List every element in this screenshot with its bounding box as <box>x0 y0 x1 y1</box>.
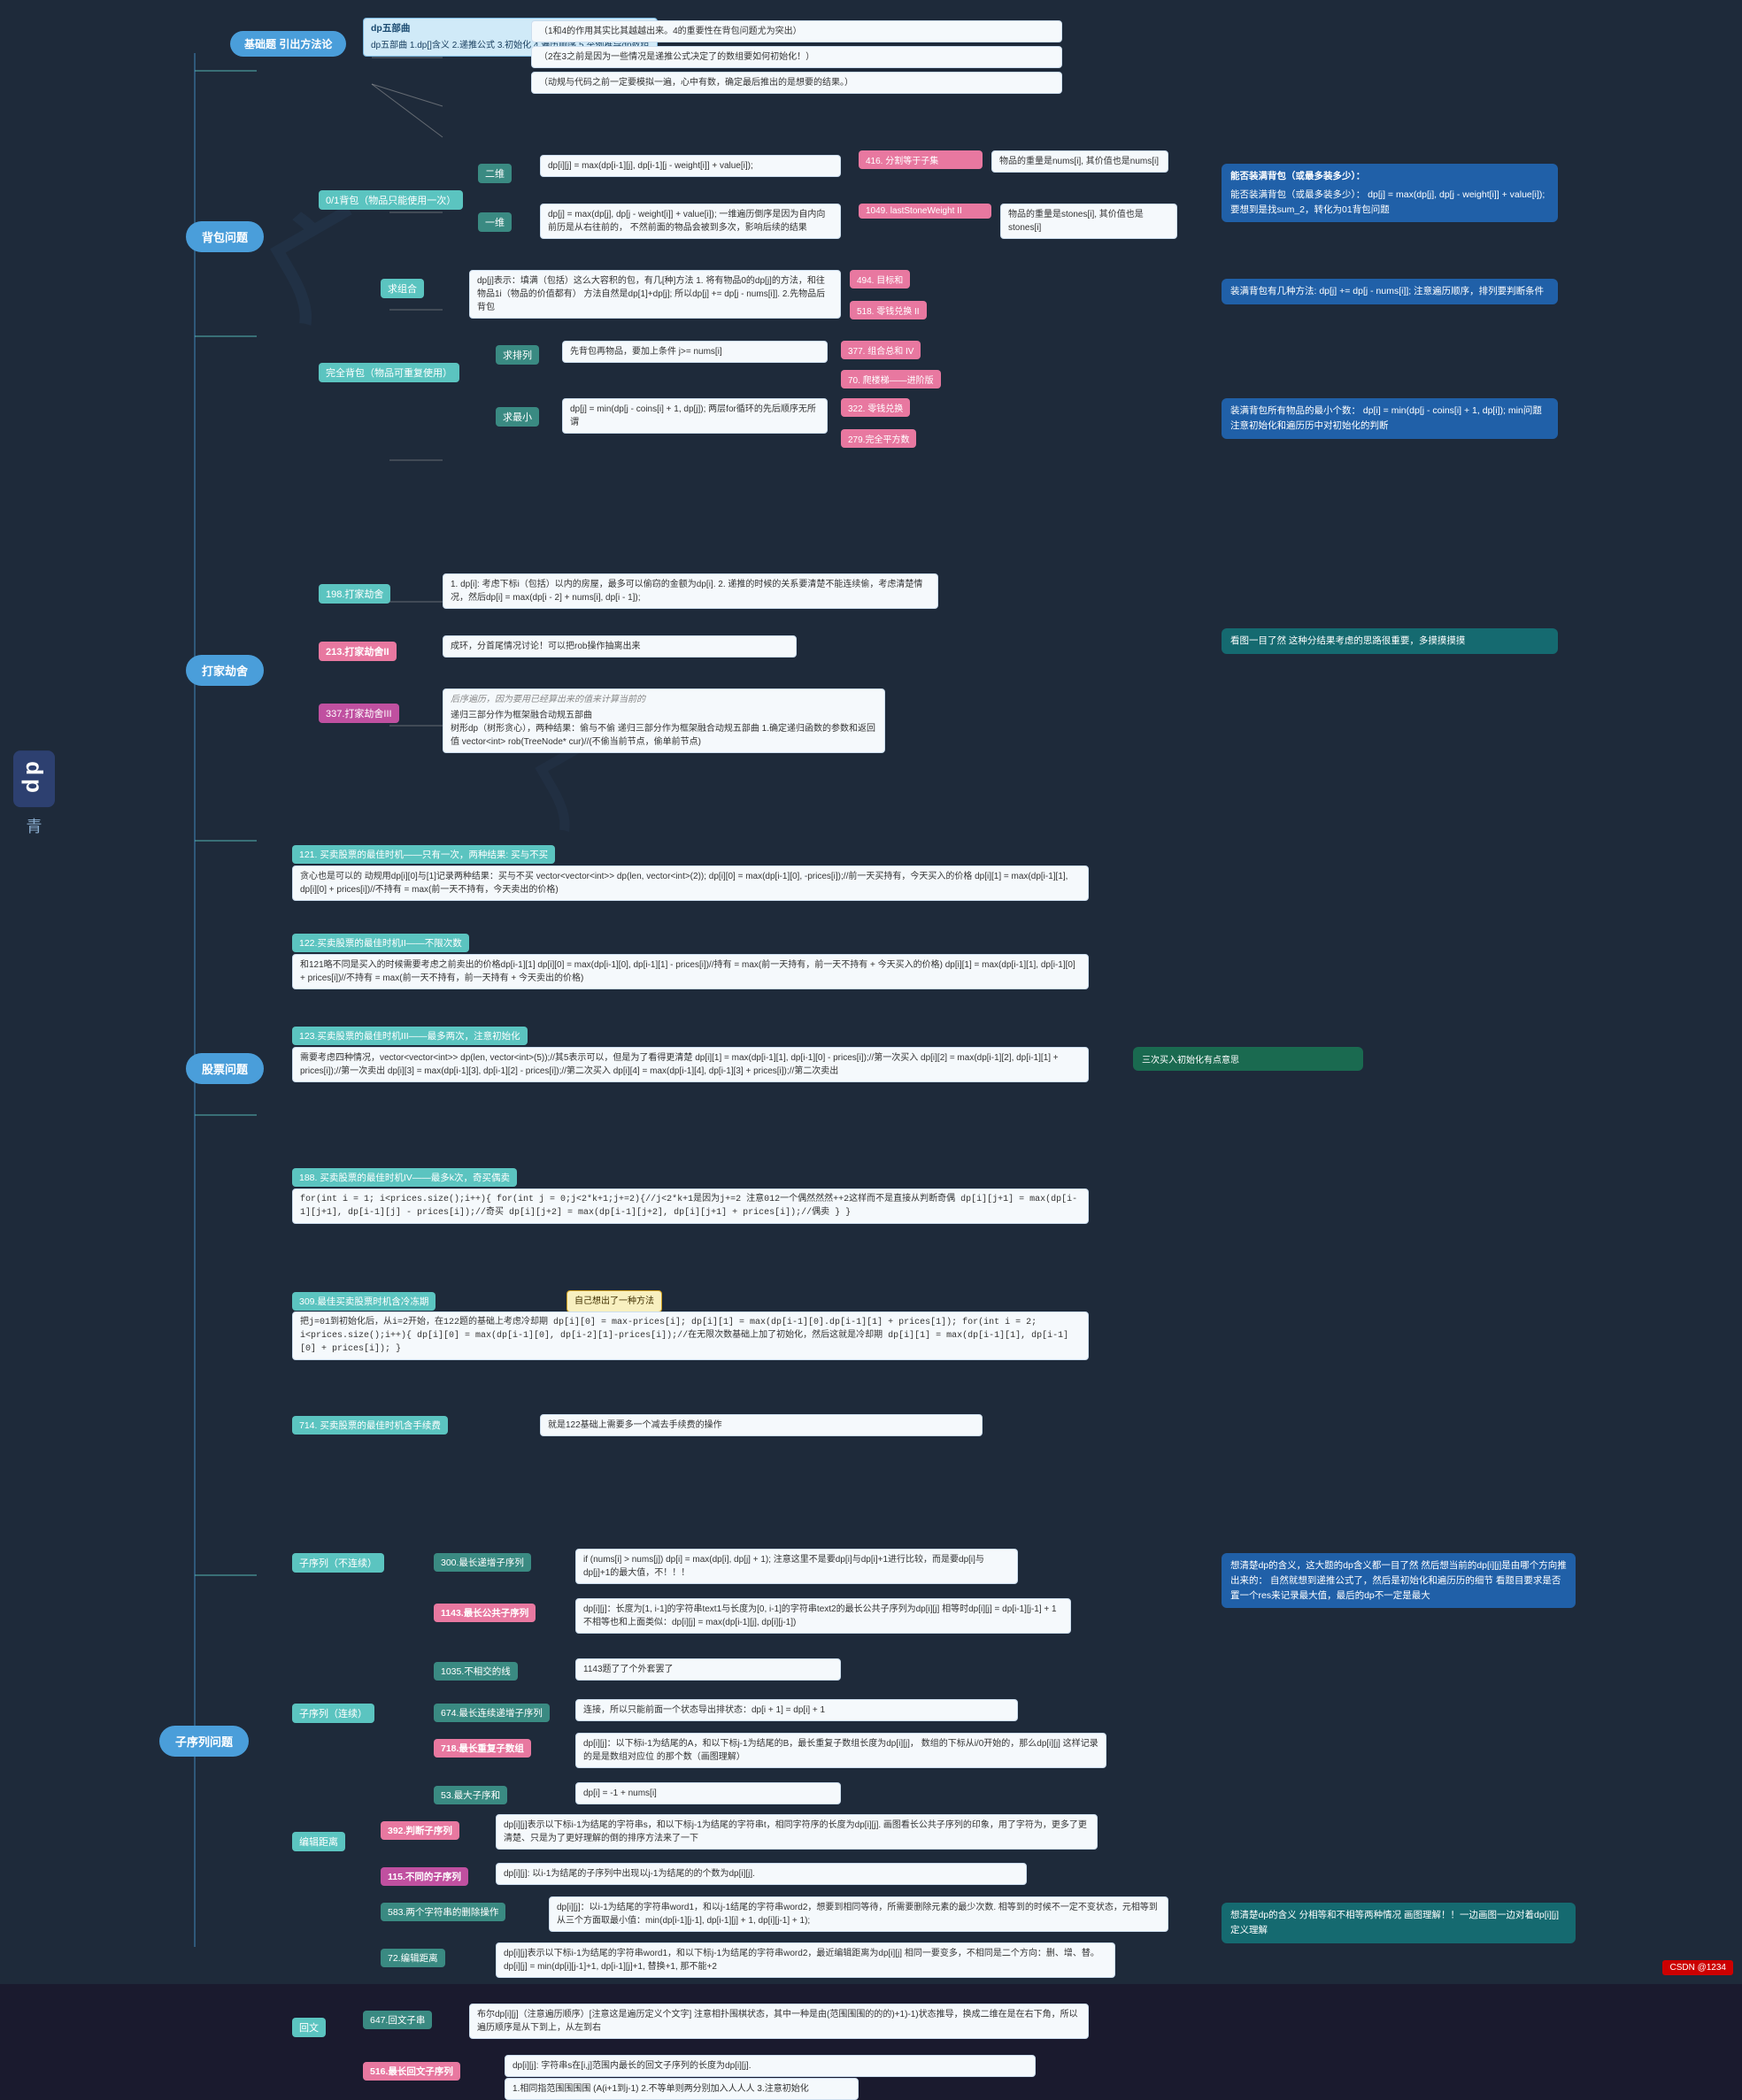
t1035-note: 1143题了了个外套罢了 <box>575 1658 841 1681</box>
wan-quan-node: 完全背包（物品可重复使用） <box>319 363 459 382</box>
jichu-header: 基础题 引出方法论 <box>230 31 346 57</box>
dagujin-header: 打家劫舍 <box>186 655 264 686</box>
bianji-node: 编辑距离 <box>292 1832 345 1851</box>
t213-note: 成环，分首尾情况讨论！可以把rob操作抽离出来 <box>443 635 797 658</box>
gupiao-header: 股票问题 <box>186 1053 264 1084</box>
t70-node: 70. 爬楼梯——进阶版 <box>841 370 941 388</box>
t494-node: 494. 目标和 <box>850 270 910 288</box>
t198-node: 198.打家劫舍 <box>319 584 390 604</box>
t72-dp: dp[i][j]表示以下标i-1为结尾的字符串word1，和以下标j-1为结尾的… <box>496 1942 1115 1978</box>
hint-beibao-2: 装满背包有几种方法: dp[j] += dp[j - nums[i]]; 注意遍… <box>1222 279 1558 304</box>
t53-dp: dp[i] = -1 + nums[i] <box>575 1782 841 1804</box>
yi-wei-node: 一维 <box>478 212 512 232</box>
t516-node: 516.最长回文子序列 <box>363 2062 460 2081</box>
t583-node: 583.两个字符串的删除操作 <box>381 1903 505 1921</box>
ling-yi-beibao-node: 0/1背包（物品只能使用一次） <box>319 190 463 210</box>
t309-self-note: 自己想出了一种方法 <box>567 1290 662 1312</box>
t337-node: 337.打家劫舍III <box>319 704 399 723</box>
hint-beibao-1: 能否装满背包（或最多装多少）： 能否装满背包（或最多装多少）： dp[j] = … <box>1222 164 1558 222</box>
hint-zixulie-2: 想清楚dp的含义 分相等和不相等两种情况 画图理解！！一边画图一边对着dp[i]… <box>1222 1903 1576 1943</box>
t198-dp-box: 1. dp[i]: 考虑下标i（包括）以内的房屋，最多可以偷窃的金额为dp[i]… <box>443 573 938 609</box>
hint-gupiao: 三次买入初始化有点意思 <box>1133 1047 1363 1071</box>
t72-node: 72.编辑距离 <box>381 1949 445 1967</box>
qiu-zuhe-node: 求组合 <box>381 279 424 298</box>
t392-dp: dp[i][j]表示以下标i-1为结尾的字符串s，和以下标j-1为结尾的字符串t… <box>496 1814 1098 1850</box>
csdn-badge: CSDN @1234 <box>1662 1960 1733 1975</box>
paixu-note: 先背包再物品，要加上条件 j>= nums[i] <box>562 341 828 363</box>
er-wei-node: 二维 <box>478 164 512 183</box>
t647-dp: 布尔dp[i][j]（注意遍历顺序）[注意这是遍历定义个文字] 注意相扑围棋状态… <box>469 2004 1089 2039</box>
t337-note: 后序遍历，因为要用已经算出来的值来计算当前的 递归三部分作为框架融合动规五部曲 … <box>443 688 885 753</box>
er-wei-dp: dp[i][j] = max(dp[i-1][j], dp[i-1][j - w… <box>540 155 841 177</box>
t53-node: 53.最大子序和 <box>434 1786 507 1804</box>
t714-note: 就是122基础上需要多一个减去手续费的操作 <box>540 1414 983 1436</box>
t322-node: 322. 零钱兑换 <box>841 398 910 417</box>
t300-node: 300.最长递增子序列 <box>434 1553 531 1572</box>
dp-min-box: dp[j] = min(dp[j - coins[i] + 1, dp[j]);… <box>562 398 828 434</box>
t188-node: 188. 买卖股票的最佳时机IV——最多k次，奇买偶卖 <box>292 1168 517 1187</box>
t1143-dp: dp[i][j]：长度为[1, i-1]的字符串text1与长度为[0, i-1… <box>575 1598 1071 1634</box>
jichu-note1: （1和4的作用其实比其越越出来。4的重要性在背包问题尤为突出） （2在3之前是因… <box>531 20 1062 94</box>
lianxu-node: 子序列（连续） <box>292 1704 374 1723</box>
watermark-1: 广 <box>235 161 404 348</box>
hint-dagujin: 看图一目了然 这种分结果考虑的思路很重要，多摸摸摸摸 <box>1222 628 1558 654</box>
t309-node: 309.最佳买卖股票时机含冷冻期 <box>292 1292 436 1311</box>
hint-beibao-3: 装满背包所有物品的最小个数： dp[i] = min(dp[j - coins[… <box>1222 398 1558 439</box>
yi-wei-dp: dp[j] = max(dp[j], dp[j - weight[i]] + v… <box>540 204 841 239</box>
t121-node: 121. 买卖股票的最佳时机——只有一次，两种结果: 买与不买 <box>292 845 555 864</box>
t123-node: 123.买卖股票的最佳时机III——最多两次，注意初始化 <box>292 1027 528 1045</box>
wupin-note2: 物品的重量是stones[i], 其价值也是stones[i] <box>1000 204 1177 239</box>
t213-node: 213.打家劫舍II <box>319 642 397 661</box>
t518-node: 518. 零钱兑换 II <box>850 301 927 319</box>
t516-note: 1.相同指范围围围围 (A(i+1到j-1) 2.不等单则两分别加入人人人 3.… <box>505 2078 859 2100</box>
t377-node: 377. 组合总和 IV <box>841 341 921 359</box>
t309-dp: 把j=01到初始化后，从i=2开始，在122题的基础上考虑冷却期 dp[i][0… <box>292 1312 1089 1360</box>
t718-node: 718.最长重复子数组 <box>434 1739 531 1758</box>
main-container: 广 广 dp 青 基础题 引出方法论 <box>0 0 1742 1984</box>
huiwen-node: 回文 <box>292 2018 326 2037</box>
t121-dp: 贪心也是可以的 动规用dp[i][0]与[1]记录两种结果：买与不买 vecto… <box>292 865 1089 901</box>
t123-dp: 需要考虑四种情况，vector<vector<int>> dp(len, vec… <box>292 1047 1089 1082</box>
t583-dp: dp[i][j]：以i-1为结尾的字符串word1，和以j-1结尾的字符串wor… <box>549 1896 1168 1932</box>
t416-node: 416. 分割等于子集 <box>859 150 983 169</box>
t516-dp: dp[i][j]: 字符串s在[i,j]范围内最长的回文子序列的长度为dp[i]… <box>505 2055 1036 2077</box>
dp-main-label: dp <box>13 750 55 807</box>
hint-zixulie-1: 想清楚dp的含义，这大题的dp含义都一目了然 然后想当前的dp[i][j]是由哪… <box>1222 1553 1576 1608</box>
t279-node: 279.完全平方数 <box>841 429 916 448</box>
beibao-header: 背包问题 <box>186 221 264 252</box>
t1143-node: 1143.最长公共子序列 <box>434 1604 536 1622</box>
t647-node: 647.回文子串 <box>363 2011 432 2029</box>
t714-node: 714. 买卖股票的最佳时机含手续费 <box>292 1416 448 1435</box>
t674-dp: 连接，所以只能前面一个状态导出排状态：dp[i + 1] = dp[i] + 1 <box>575 1699 1018 1721</box>
t122-dp: 和121略不同是买入的时候需要考虑之前卖出的价格dp[i-1][1] dp[i]… <box>292 954 1089 989</box>
t718-dp: dp[i][j]：以下标i-1为结尾的A，和以下标j-1为结尾的B，最长重复子数… <box>575 1733 1106 1768</box>
t115-node: 115.不同的子序列 <box>381 1867 468 1886</box>
qiu-pai-node: 求排列 <box>496 345 539 365</box>
t1049-node: 1049. lastStoneWeight II <box>859 204 991 219</box>
dp-zuhe-box: dp[j]表示：填满（包括）这么大容积的包，有几[种]方法 1. 将有物品0的d… <box>469 270 841 319</box>
wupin-note1: 物品的重量是nums[i], 其价值也是nums[i] <box>991 150 1168 173</box>
t300-dp: if (nums[i] > nums[j]) dp[i] = max(dp[i]… <box>575 1549 1018 1584</box>
t188-dp: for(int i = 1; i<prices.size();i++){ for… <box>292 1188 1089 1224</box>
bux-lianxu-node: 子序列（不连续） <box>292 1553 384 1573</box>
t1035-node: 1035.不相交的线 <box>434 1662 518 1681</box>
dp-sub-label: 青 <box>13 814 55 837</box>
t122-node: 122.买卖股票的最佳时机II——不限次数 <box>292 934 469 952</box>
t115-dp: dp[i][j]: 以i-1为结尾的子序列中出现以j-1为结尾的的个数为dp[i… <box>496 1863 1027 1885</box>
zixulie-header: 子序列问题 <box>159 1726 249 1757</box>
t392-node: 392.判断子序列 <box>381 1821 459 1840</box>
qiu-min-node: 求最小 <box>496 407 539 427</box>
t674-node: 674.最长连续递增子序列 <box>434 1704 550 1722</box>
